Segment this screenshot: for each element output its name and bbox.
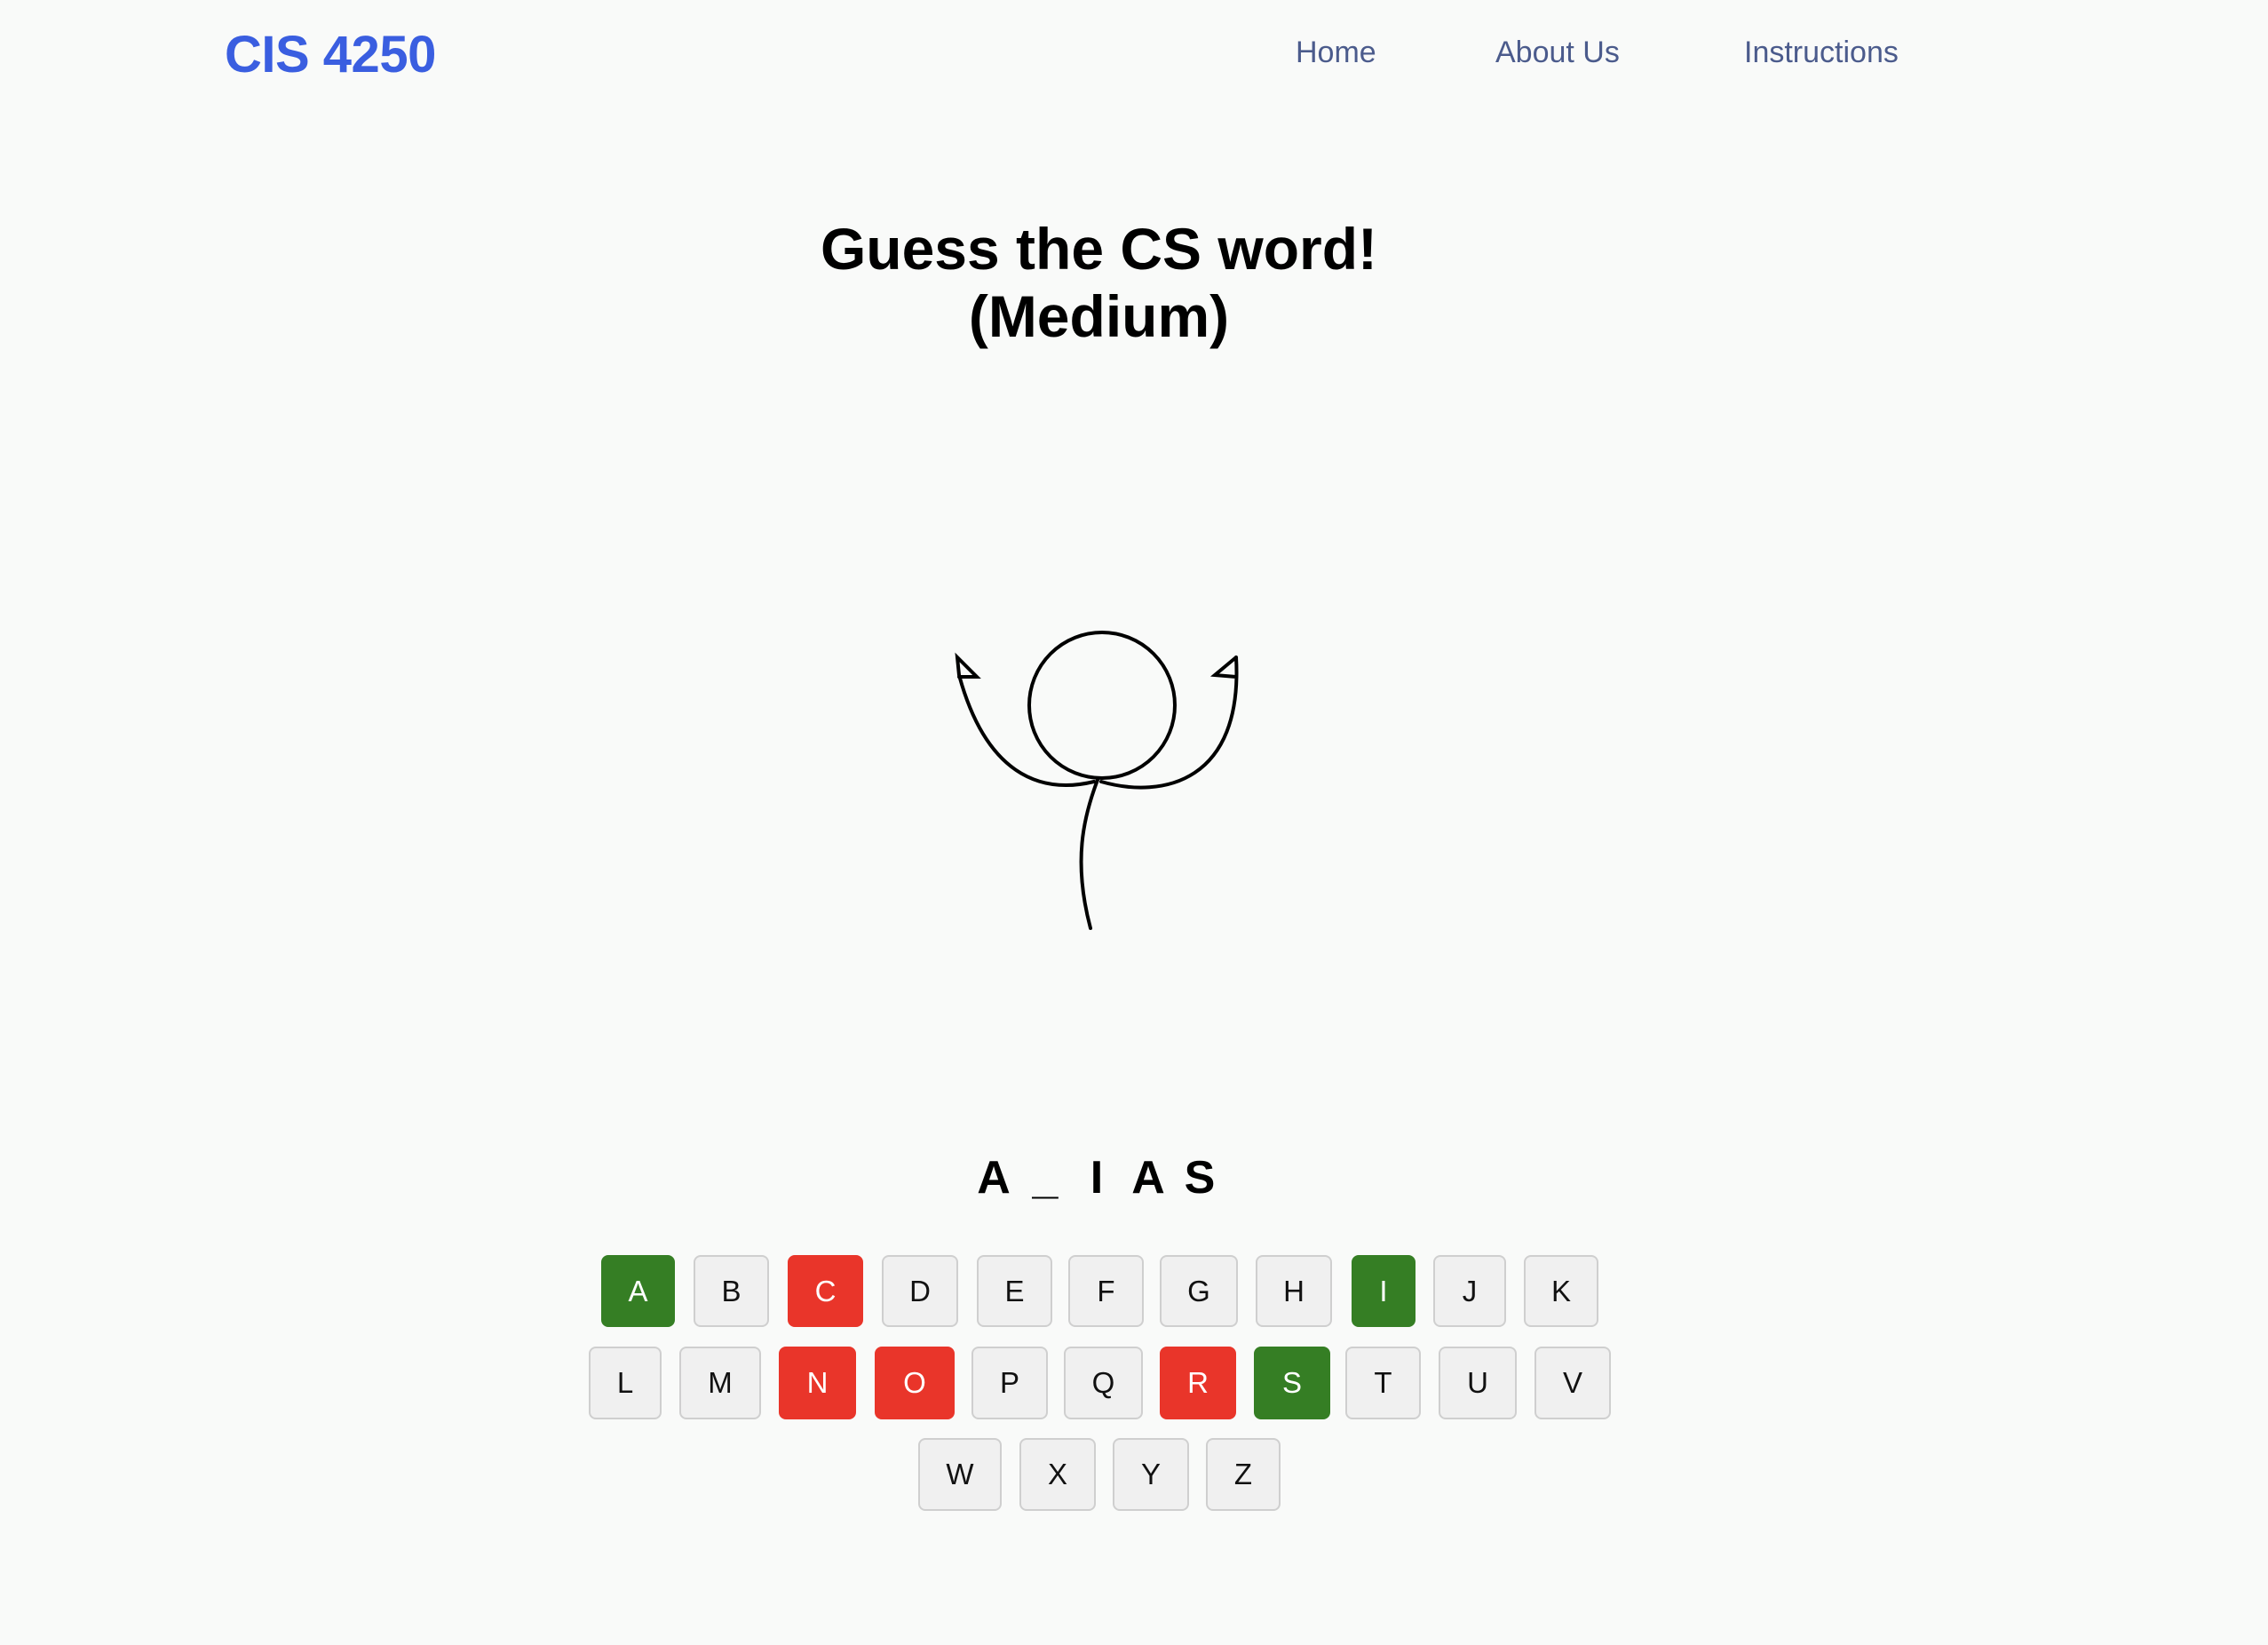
key-i[interactable]: I: [1352, 1255, 1416, 1327]
hangman-body: [1079, 778, 1099, 930]
key-e[interactable]: E: [977, 1255, 1052, 1327]
key-v[interactable]: V: [1534, 1347, 1611, 1419]
word-slot: A: [1131, 1152, 1165, 1204]
key-f[interactable]: F: [1068, 1255, 1144, 1327]
key-a[interactable]: A: [601, 1255, 675, 1327]
key-k[interactable]: K: [1524, 1255, 1598, 1327]
key-s[interactable]: S: [1254, 1347, 1330, 1419]
key-x[interactable]: X: [1019, 1438, 1096, 1511]
word-slot: _: [1032, 1152, 1059, 1204]
page-title: Guess the CS word! (Medium): [820, 216, 1378, 349]
key-m[interactable]: M: [679, 1347, 761, 1419]
key-t[interactable]: T: [1345, 1347, 1421, 1419]
key-l[interactable]: L: [589, 1347, 662, 1419]
key-d[interactable]: D: [882, 1255, 958, 1327]
key-p[interactable]: P: [971, 1347, 1048, 1419]
nav-instructions-link[interactable]: Instructions: [1744, 36, 1899, 70]
nav-about-us-link[interactable]: About Us: [1495, 36, 1620, 70]
key-c[interactable]: C: [788, 1255, 863, 1327]
key-j[interactable]: J: [1433, 1255, 1506, 1327]
key-z[interactable]: Z: [1206, 1438, 1281, 1511]
nav-home-link[interactable]: Home: [1296, 36, 1376, 70]
key-w[interactable]: W: [918, 1438, 1002, 1511]
key-u[interactable]: U: [1439, 1347, 1517, 1419]
key-q[interactable]: Q: [1064, 1347, 1143, 1419]
key-y[interactable]: Y: [1113, 1438, 1189, 1511]
key-n[interactable]: N: [779, 1347, 856, 1419]
word-slot: S: [1184, 1152, 1216, 1204]
key-h[interactable]: H: [1256, 1255, 1332, 1327]
hangman-left-arm: [955, 652, 1096, 787]
word-display: A _ I A S: [968, 1151, 1225, 1213]
hangman-figure: [955, 631, 1239, 930]
word-slot: I: [1090, 1152, 1104, 1204]
top-nav: Home About Us Instructions: [0, 36, 2268, 80]
key-r[interactable]: R: [1160, 1347, 1236, 1419]
key-b[interactable]: B: [694, 1255, 769, 1327]
word-slot: A: [977, 1152, 1011, 1204]
key-o[interactable]: O: [875, 1347, 955, 1419]
key-g[interactable]: G: [1160, 1255, 1238, 1327]
hangman-head: [1027, 631, 1177, 780]
title-container: Guess the CS word! (Medium): [684, 215, 1514, 350]
